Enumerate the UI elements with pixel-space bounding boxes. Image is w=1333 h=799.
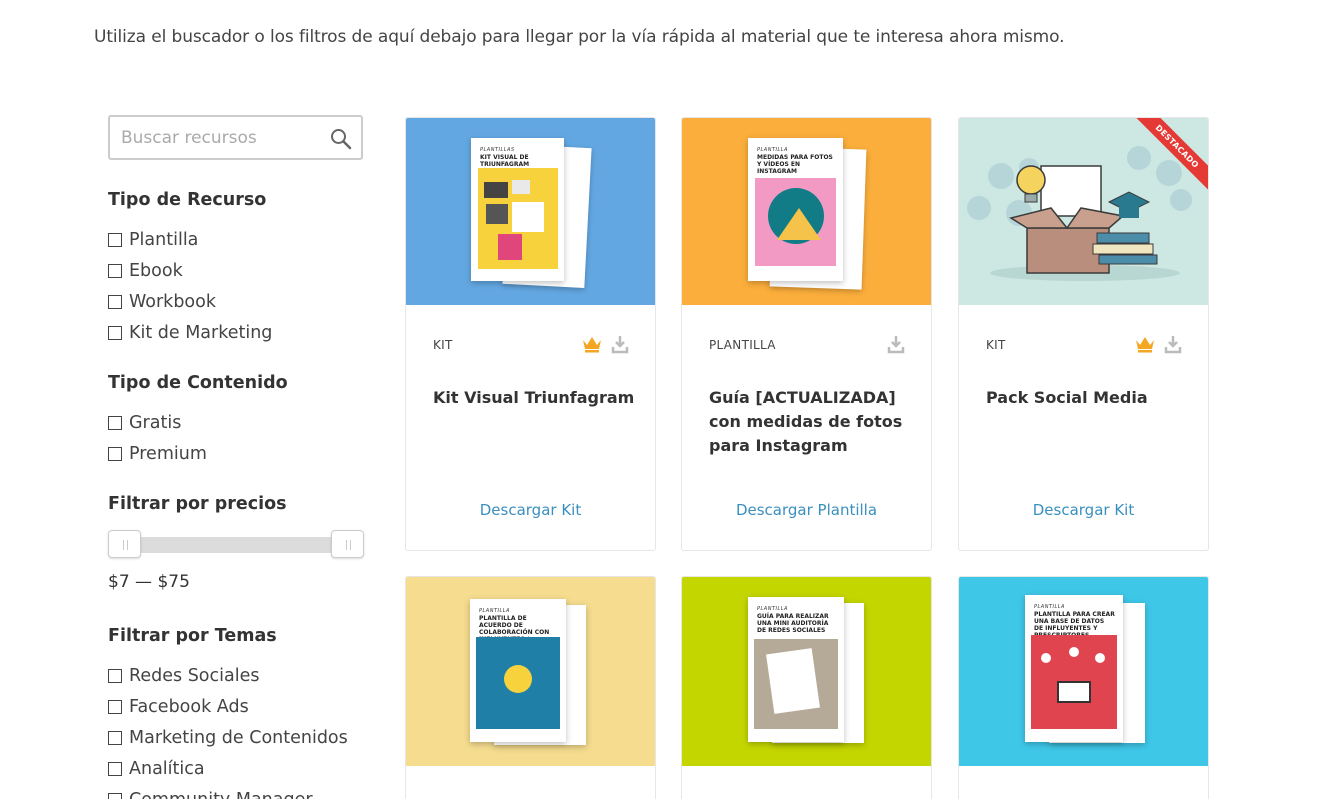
intro-text: Utiliza el buscador o los filtros de aqu… xyxy=(94,27,1065,47)
option-label: Plantilla xyxy=(129,229,199,250)
filters-sidebar: Tipo de Recurso Plantilla Ebook Workbook… xyxy=(108,115,364,799)
doc-tag: PLANTILLA xyxy=(757,147,788,153)
doc-page: PLANTILLA GUÍA PARA REALIZAR UNA MINI AU… xyxy=(748,597,844,742)
filter-title: Filtrar por precios xyxy=(108,494,287,514)
card-thumbnail[interactable]: PLANTILLA MEDIDAS PARA FOTOS Y VÍDEOS EN… xyxy=(682,118,931,305)
option-label: Ebook xyxy=(129,260,183,281)
doc-page: PLANTILLA PLANTILLA DE ACUERDO DE COLABO… xyxy=(470,599,566,742)
slider-track xyxy=(108,537,364,553)
crown-icon xyxy=(1136,337,1154,353)
filter-option-analitica[interactable]: Analítica xyxy=(108,753,348,784)
card-thumbnail[interactable]: PLANTILLA PLANTILLA PARA CREAR UNA BASE … xyxy=(959,577,1208,766)
filter-option-community-manager[interactable]: Community Manager xyxy=(108,784,348,799)
option-label: Facebook Ads xyxy=(129,696,249,717)
filter-option-kit-marketing[interactable]: Kit de Marketing xyxy=(108,317,272,348)
search-icon[interactable] xyxy=(329,127,353,151)
doc-illustration xyxy=(755,178,836,266)
doc-illustration xyxy=(754,639,838,729)
card-icons xyxy=(887,334,905,354)
download-icon[interactable] xyxy=(611,334,629,354)
resource-card[interactable]: PLANTILLA MEDIDAS PARA FOTOS Y VÍDEOS EN… xyxy=(681,117,932,551)
checkbox[interactable] xyxy=(108,263,122,278)
option-label: Marketing de Contenidos xyxy=(129,727,348,748)
filter-option-ebook[interactable]: Ebook xyxy=(108,255,272,286)
price-range-label: $7 — $75 xyxy=(108,572,190,592)
resource-type: KIT xyxy=(433,338,453,352)
doc-tag: PLANTILLAS xyxy=(480,147,515,153)
doc-title: KIT VISUAL DE TRIUNFAGRAM xyxy=(480,154,530,168)
filter-option-facebook-ads[interactable]: Facebook Ads xyxy=(108,691,348,722)
download-icon[interactable] xyxy=(1164,334,1182,354)
doc-page: PLANTILLA PLANTILLA PARA CREAR UNA BASE … xyxy=(1025,595,1123,742)
filter-tipo-contenido: Tipo de Contenido Gratis Premium xyxy=(108,373,288,469)
filter-tipo-recurso: Tipo de Recurso Plantilla Ebook Workbook… xyxy=(108,190,272,348)
filter-option-workbook[interactable]: Workbook xyxy=(108,286,272,317)
option-label: Premium xyxy=(129,443,207,464)
resource-card[interactable]: PLANTILLAS KIT VISUAL DE TRIUNFAGRAM KIT… xyxy=(405,117,656,551)
doc-tag: PLANTILLA xyxy=(479,608,510,614)
filter-title: Tipo de Contenido xyxy=(108,373,288,393)
doc-tag: PLANTILLA xyxy=(1034,604,1065,610)
filter-option-marketing-contenidos[interactable]: Marketing de Contenidos xyxy=(108,722,348,753)
search-box xyxy=(108,115,363,160)
resource-type: KIT xyxy=(986,338,1006,352)
resource-title[interactable]: Kit Visual Triunfagram xyxy=(433,386,635,410)
card-thumbnail[interactable]: PLANTILLA PLANTILLA DE ACUERDO DE COLABO… xyxy=(406,577,655,766)
checkbox[interactable] xyxy=(108,699,122,714)
resource-title[interactable]: Guía [ACTUALIZADA] con medidas de fotos … xyxy=(709,386,911,458)
checkbox[interactable] xyxy=(108,792,122,799)
doc-illustration xyxy=(476,637,560,729)
price-slider[interactable] xyxy=(108,530,364,558)
option-label: Gratis xyxy=(129,412,182,433)
checkbox[interactable] xyxy=(108,730,122,745)
card-thumbnail[interactable]: PLANTILLAS KIT VISUAL DE TRIUNFAGRAM xyxy=(406,118,655,305)
resource-title[interactable]: Pack Social Media xyxy=(986,386,1188,410)
card-icons xyxy=(582,334,629,354)
checkbox[interactable] xyxy=(108,668,122,683)
resource-card[interactable]: PLANTILLA GUÍA PARA REALIZAR UNA MINI AU… xyxy=(681,576,932,799)
filter-option-premium[interactable]: Premium xyxy=(108,438,288,469)
filter-option-gratis[interactable]: Gratis xyxy=(108,407,288,438)
filter-option-redes-sociales[interactable]: Redes Sociales xyxy=(108,660,348,691)
resource-type: PLANTILLA xyxy=(709,338,776,352)
crown-icon xyxy=(583,337,601,353)
option-label: Redes Sociales xyxy=(129,665,260,686)
filter-option-plantilla[interactable]: Plantilla xyxy=(108,224,272,255)
download-icon[interactable] xyxy=(887,334,905,354)
download-link[interactable]: Descargar Plantilla xyxy=(682,501,931,519)
resource-card[interactable]: PLANTILLA PLANTILLA PARA CREAR UNA BASE … xyxy=(958,576,1209,799)
slider-handle-max[interactable] xyxy=(331,530,364,558)
checkbox[interactable] xyxy=(108,232,122,247)
doc-illustration xyxy=(478,168,558,269)
card-thumbnail[interactable]: DESTACADO xyxy=(959,118,1208,305)
option-label: Kit de Marketing xyxy=(129,322,273,343)
filter-precio: Filtrar por precios $7 — $75 xyxy=(108,494,364,592)
checkbox[interactable] xyxy=(108,446,122,461)
resource-card[interactable]: DESTACADO KIT Pack Social Media Descarga… xyxy=(958,117,1209,551)
download-link[interactable]: Descargar Kit xyxy=(959,501,1208,519)
checkbox[interactable] xyxy=(108,415,122,430)
checkbox[interactable] xyxy=(108,294,122,309)
doc-title: MEDIDAS PARA FOTOS Y VÍDEOS EN INSTAGRAM xyxy=(757,154,833,175)
search-input[interactable] xyxy=(110,117,361,158)
doc-illustration xyxy=(1031,635,1117,729)
card-thumbnail[interactable]: PLANTILLA GUÍA PARA REALIZAR UNA MINI AU… xyxy=(682,577,931,766)
checkbox[interactable] xyxy=(108,761,122,776)
doc-tag: PLANTILLA xyxy=(757,606,788,612)
option-label: Workbook xyxy=(129,291,216,312)
doc-page: PLANTILLA MEDIDAS PARA FOTOS Y VÍDEOS EN… xyxy=(748,138,843,281)
filter-title: Filtrar por Temas xyxy=(108,626,277,646)
card-icons xyxy=(1135,334,1182,354)
option-label: Analítica xyxy=(129,758,205,779)
slider-handle-min[interactable] xyxy=(108,530,141,558)
filter-title: Tipo de Recurso xyxy=(108,190,267,210)
download-link[interactable]: Descargar Kit xyxy=(406,501,655,519)
doc-page: PLANTILLAS KIT VISUAL DE TRIUNFAGRAM xyxy=(471,138,564,281)
doc-title: GUÍA PARA REALIZAR UNA MINI AUDITORÍA DE… xyxy=(757,613,829,634)
option-label: Community Manager xyxy=(129,790,313,799)
resource-card[interactable]: PLANTILLA PLANTILLA DE ACUERDO DE COLABO… xyxy=(405,576,656,799)
filter-temas: Filtrar por Temas Redes Sociales Faceboo… xyxy=(108,626,348,799)
checkbox[interactable] xyxy=(108,325,122,340)
